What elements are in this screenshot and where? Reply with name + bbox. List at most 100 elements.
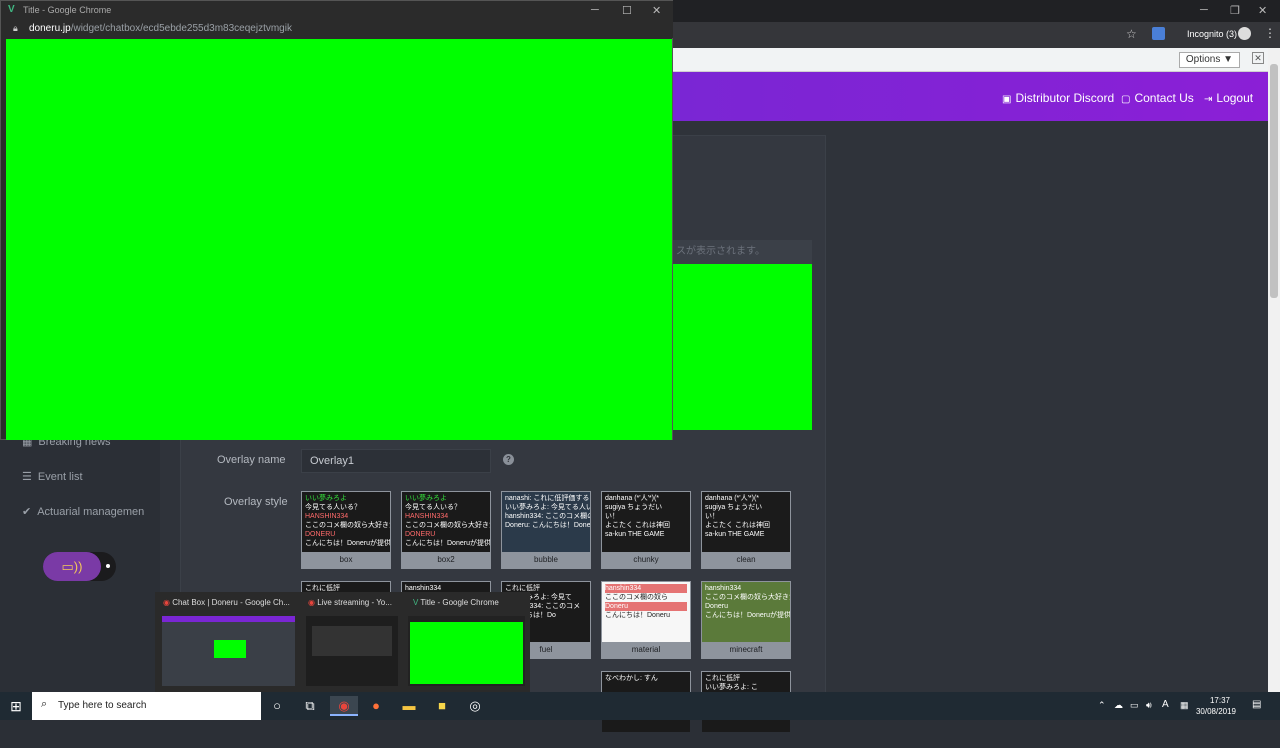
vue-logo-icon: V	[8, 4, 15, 15]
preview-thumbnail-chatbox[interactable]	[162, 616, 295, 686]
overlay-name-label: Overlay name	[217, 454, 286, 466]
close-icon[interactable]: ✕	[652, 4, 661, 17]
sticky-notes-icon[interactable]: ■	[428, 696, 456, 716]
sample-comment: sugiya ちょうだい	[705, 504, 763, 511]
style-thumbnail: いい夢みろよ 今見てる人いる？ HANSHIN334 ここのコメ欄の奴ら大好きだ DON…	[402, 492, 490, 552]
sample-comment: こんにちは！Doneru	[605, 612, 670, 619]
popup-address-bar[interactable]: 🔒︎ doneru.jp/widget/chatbox/ecd5ebde255d…	[1, 20, 673, 38]
message-icon: ▢	[1121, 94, 1131, 105]
file-explorer-icon[interactable]: ▬	[395, 696, 423, 716]
sample-comment: こんにちは！Doneruが提供す	[305, 540, 390, 547]
sidebar-item-event-list[interactable]: ☰ Event list	[22, 470, 83, 483]
style-card[interactable]: これに低評 いい夢みろよ: こ	[701, 671, 791, 732]
url-path: /widget/chatbox/ecd5ebde255d3m83ceqejztv…	[70, 23, 292, 34]
nav-contact-us[interactable]: ▢ Contact Us	[1121, 91, 1194, 105]
chrome-taskbar-icon[interactable]: ◉	[330, 696, 358, 716]
discord-icon: ▣	[1002, 94, 1012, 105]
style-thumbnail: hanshin334 ここのコメ欄の奴ら大好きだ Doneru こんにちは！Doner…	[702, 582, 790, 642]
sample-comment: HANSHIN334	[405, 513, 449, 520]
style-caption	[602, 732, 690, 748]
clock-time[interactable]: 17:37	[1210, 696, 1230, 705]
nav-distributor-discord[interactable]: ▣ Distributor Discord	[1002, 91, 1114, 105]
style-caption	[702, 732, 790, 748]
popup-url[interactable]: doneru.jp/widget/chatbox/ecd5ebde255d3m8…	[29, 23, 292, 34]
style-card-box2[interactable]: いい夢みろよ 今見てる人いる？ HANSHIN334 ここのコメ欄の奴ら大好きだ DON…	[401, 491, 491, 569]
style-caption: material	[631, 645, 661, 654]
sample-comment: よこたく これは神回	[705, 522, 770, 529]
preview-thumbnail-live-streaming[interactable]	[306, 616, 398, 686]
firefox-icon[interactable]: ●	[362, 696, 390, 716]
sample-comment: hanshin334	[605, 584, 687, 593]
sidebar-item-actuarial[interactable]: ✔ Actuarial managemen	[22, 505, 144, 518]
preview-thumbnail-title[interactable]	[408, 616, 525, 686]
style-card[interactable]: なべわかし: すん	[601, 671, 691, 732]
windows-start-icon[interactable]: ⊞	[0, 692, 32, 720]
style-caption: bubble	[533, 555, 559, 564]
sample-comment: い！	[705, 513, 719, 520]
ime-icon[interactable]: ▦	[1180, 700, 1189, 711]
style-caption: chunky	[633, 555, 659, 564]
incognito-avatar-icon[interactable]	[1238, 27, 1251, 40]
incognito-label[interactable]: Incognito (3)	[1187, 29, 1237, 39]
thumb-green	[214, 640, 246, 658]
overlay-preview	[672, 264, 812, 430]
preview-title-text: Chat Box | Doneru - Google Ch...	[172, 598, 290, 607]
style-caption: clean	[736, 555, 756, 564]
style-card-clean[interactable]: danhana (*'人'*)(* sugiya ちょうだい い！ よこたく これは神…	[701, 491, 791, 569]
style-card-bubble[interactable]: nanashi: これに低評価する いい夢みろよ: 今見てる人い hanshin33…	[501, 491, 591, 569]
sample-comment: 今見てる人いる？	[305, 504, 361, 511]
help-icon[interactable]: ?	[503, 454, 514, 465]
translate-icon[interactable]	[1152, 27, 1165, 40]
live-toggle[interactable]: ▭))	[43, 552, 116, 581]
overlay-style-label: Overlay style	[224, 496, 288, 508]
sample-comment: DONERU	[405, 531, 436, 538]
style-thumbnail: danhana (*'人'*)(* sugiya ちょうだい い！ よこたく これは神…	[602, 492, 690, 552]
sample-comment: いい夢みろよ: こ	[705, 684, 758, 691]
task-view-icon[interactable]: ⧉	[296, 696, 324, 716]
menu-kebab-icon[interactable]: ⋮	[1264, 26, 1276, 40]
preview-title-text: Live streaming - Yo...	[317, 598, 392, 607]
nav-logout[interactable]: ⇥ Logout	[1204, 91, 1253, 105]
clock-date[interactable]: 30/08/2019	[1196, 707, 1236, 716]
style-card-box[interactable]: いい夢みろよ 今見てる人いる？ HANSHIN334 ここのコメ欄の奴ら大好きだ DON…	[301, 491, 391, 569]
options-dropdown[interactable]: Options ▼	[1178, 52, 1240, 68]
sample-comment: なべわかし: すん	[605, 675, 658, 682]
bookmark-star-icon[interactable]: ☆	[1126, 27, 1137, 41]
minimize-icon[interactable]: ─	[1200, 4, 1208, 16]
nav-label: Logout	[1216, 91, 1254, 105]
style-card-material[interactable]: hanshin334 ここのコメ欄の奴ら Doneru こんにちは！Doneru mat…	[601, 581, 691, 659]
page-scrollbar[interactable]	[1268, 48, 1280, 692]
taskbar-previews: ◉ Chat Box | Doneru - Google Ch... ◉ Liv…	[155, 592, 530, 692]
style-card-chunky[interactable]: danhana (*'人'*)(* sugiya ちょうだい い！ よこたく これは神…	[601, 491, 691, 569]
input-method-icon[interactable]: A	[1162, 699, 1169, 710]
close-icon[interactable]: ✕	[1258, 4, 1267, 17]
volume-icon[interactable]: 🔊︎	[1146, 700, 1152, 711]
sample-comment: いい夢みろよ	[305, 495, 347, 502]
style-card-minecraft[interactable]: hanshin334 ここのコメ欄の奴ら大好きだ Doneru こんにちは！Doner…	[701, 581, 791, 659]
preview-title: ◉ Live streaming - Yo...	[308, 598, 392, 607]
network-icon[interactable]: ▭	[1130, 700, 1139, 711]
tray-chevron-icon[interactable]: ⌃	[1098, 700, 1106, 711]
infobar-close-icon[interactable]: ✕	[1252, 52, 1264, 64]
maximize-icon[interactable]: ☐	[622, 4, 632, 17]
obs-icon[interactable]: ◎	[461, 696, 489, 716]
list-icon: ☰	[22, 471, 32, 483]
sample-comment: Doneru	[705, 603, 728, 610]
sample-comment: sa-kun THE GAME	[705, 531, 765, 538]
overlay-name-input[interactable]: Overlay1	[301, 449, 491, 473]
sample-comment: こんにちは！Doneruが提供す	[405, 540, 490, 547]
info-bar: Options ▼ ✕	[672, 48, 1268, 72]
toggle-dot	[106, 564, 110, 568]
cortana-icon[interactable]: ○	[263, 696, 291, 716]
scrollbar-thumb[interactable]	[1270, 64, 1278, 298]
notifications-icon[interactable]: ▤	[1252, 699, 1261, 710]
sample-comment: 今見てる人いる？	[405, 504, 461, 511]
onedrive-icon[interactable]: ☁	[1114, 700, 1123, 711]
sample-comment: sugiya ちょうだい	[605, 504, 663, 511]
taskbar-search[interactable]: ⌕ Type here to search	[32, 692, 261, 720]
maximize-icon[interactable]: ❐	[1230, 4, 1240, 17]
logout-icon: ⇥	[1204, 94, 1213, 105]
style-thumbnail: いい夢みろよ 今見てる人いる？ HANSHIN334 ここのコメ欄の奴ら大好きだ DON…	[302, 492, 390, 552]
chroma-key-canvas	[6, 39, 672, 440]
minimize-icon[interactable]: ─	[591, 4, 599, 16]
